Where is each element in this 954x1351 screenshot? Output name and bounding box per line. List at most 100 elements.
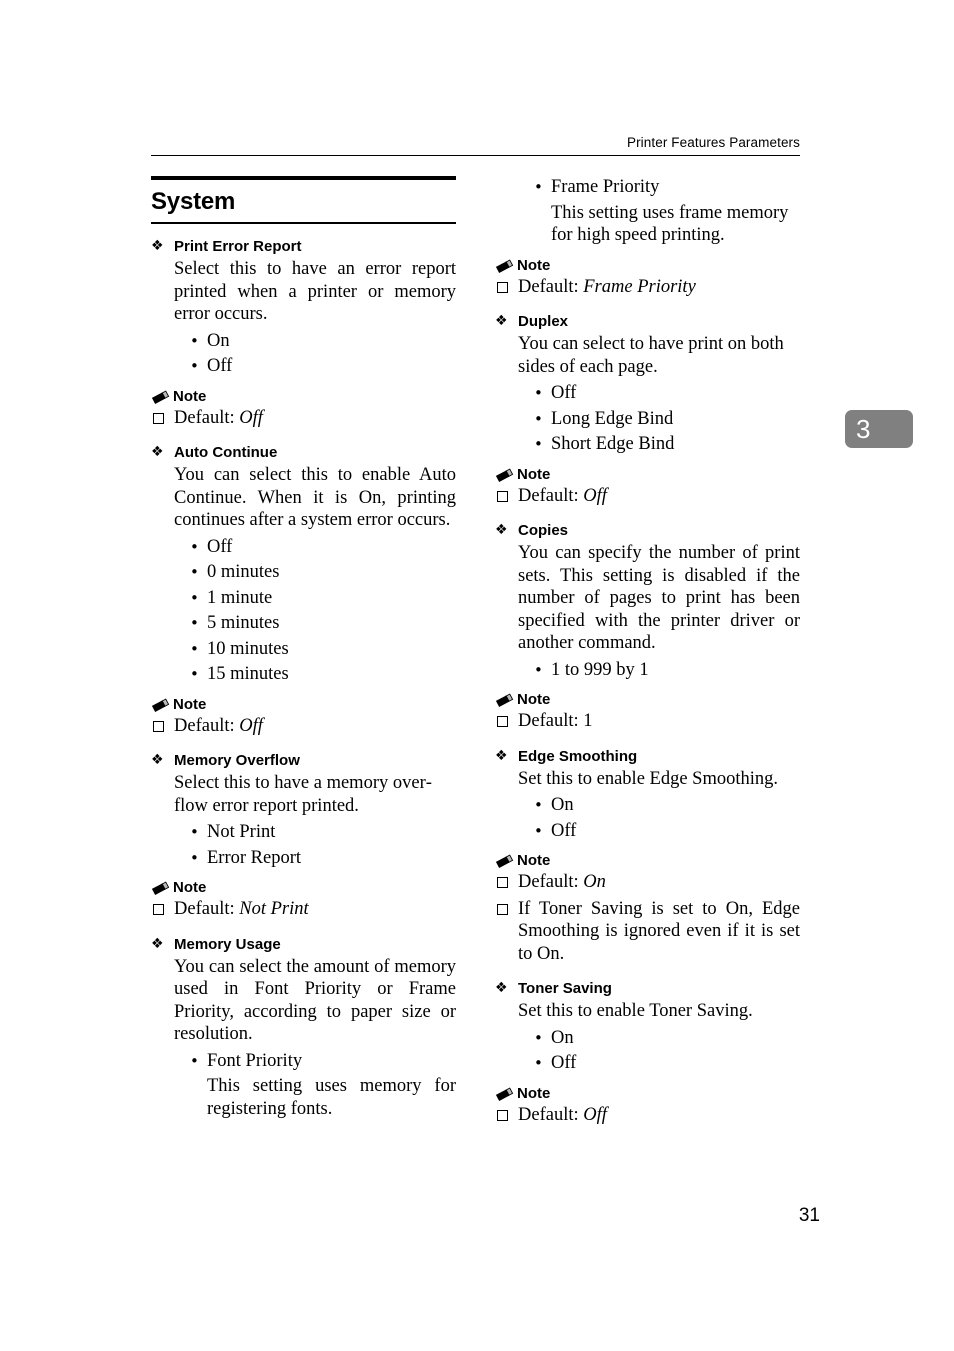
option-description: This setting uses frame memory for high … bbox=[551, 202, 789, 246]
bullet-icon: • bbox=[534, 660, 543, 679]
note-value: 1 bbox=[583, 711, 593, 731]
option-label: 1 minute bbox=[207, 587, 273, 608]
bullet-icon: • bbox=[190, 1051, 199, 1070]
note-item: Default: Off bbox=[151, 715, 456, 738]
parameter-entry: ❖ Edge Smoothing Set this to enable Edge S… bbox=[495, 746, 800, 966]
note-block: Note Default: On If Toner Saving is set to… bbox=[495, 851, 800, 965]
parameter-name: Edge Smoothing bbox=[518, 747, 638, 765]
square-bullet-icon bbox=[495, 898, 518, 921]
parameter-name: Copies bbox=[518, 522, 569, 539]
running-header-title: Printer Features Parameters bbox=[626, 135, 800, 150]
memory-usage-continuation: • Frame Priority This setting uses frame m… bbox=[495, 176, 800, 298]
section-rule-bottom bbox=[151, 222, 456, 224]
note-item-list: Default: Off bbox=[151, 715, 456, 738]
diamond-icon: ❖ bbox=[495, 980, 508, 996]
option-label: Off bbox=[551, 820, 577, 841]
parameter-entry: ❖ Toner Saving Set this to enable Toner Sa… bbox=[495, 978, 800, 1126]
note-block: Note Default: Frame Priority bbox=[495, 256, 800, 299]
parameter-description: You can select to have print on both sid… bbox=[518, 334, 784, 377]
bullet-icon: • bbox=[534, 435, 543, 453]
note-prefix: Default: bbox=[174, 899, 240, 919]
option-label: Off bbox=[207, 356, 233, 376]
note-heading: Note bbox=[151, 878, 456, 898]
note-value: Off bbox=[583, 1104, 607, 1125]
option-list: • Not Print • Error Report bbox=[151, 821, 456, 869]
note-block: Note Default: 1 bbox=[495, 690, 800, 733]
chapter-tab-number: 3 bbox=[856, 414, 871, 444]
bullet-icon: • bbox=[190, 848, 199, 867]
option-item: • Off bbox=[190, 355, 456, 378]
option-label: 5 minutes bbox=[207, 613, 280, 633]
parameter-description: Select this to have an error report prin… bbox=[174, 259, 456, 324]
square-bullet-icon bbox=[495, 276, 518, 299]
option-label: Off bbox=[551, 383, 577, 403]
note-label: Note bbox=[173, 879, 207, 896]
parameter-entry: ❖ Duplex You can select to have print on b… bbox=[495, 311, 800, 507]
note-label: Note bbox=[517, 852, 551, 869]
note-heading: Note bbox=[495, 256, 800, 276]
parameter-description: Select this to have a memory over­flow e… bbox=[174, 773, 432, 816]
note-heading: Note bbox=[151, 695, 456, 715]
note-item: Default: Off bbox=[495, 485, 800, 508]
parameter-heading: ❖ Memory Overflow bbox=[151, 750, 456, 771]
parameter-heading: ❖ Memory Usage bbox=[151, 934, 456, 955]
note-prefix: Default: bbox=[518, 872, 584, 892]
note-item-list: Default: Off bbox=[495, 485, 800, 508]
note-item: Default: Off bbox=[151, 407, 456, 430]
pencil-icon bbox=[151, 880, 171, 896]
option-label: Short Edge Bind bbox=[551, 434, 675, 454]
note-prefix: Default: bbox=[518, 276, 584, 297]
note-value: On bbox=[583, 872, 606, 892]
left-column: System ❖ Print Error Report Select this to… bbox=[151, 176, 456, 1139]
note-value: Off bbox=[239, 407, 263, 428]
note-prefix: Default: bbox=[518, 711, 584, 731]
option-label: Long Edge Bind bbox=[551, 408, 674, 429]
option-item: • 1 to 999 by 1 bbox=[534, 659, 800, 682]
parameter-name: Print Error Report bbox=[174, 238, 302, 255]
page-header: Printer Features Parameters bbox=[151, 134, 800, 156]
option-list: • On • Off bbox=[495, 1027, 800, 1075]
option-label: 0 minutes bbox=[207, 562, 280, 582]
parameter-description: You can select the amount of mem­ory use… bbox=[174, 956, 456, 1045]
option-label: 10 minutes bbox=[207, 638, 289, 659]
note-item: Default: Frame Priority bbox=[495, 276, 800, 299]
option-list: • Off • 0 minutes • 1 minute • 5 minutes • 10 min… bbox=[151, 536, 456, 686]
note-label: Note bbox=[517, 465, 551, 483]
pencil-icon bbox=[495, 467, 515, 483]
square-bullet-icon bbox=[151, 715, 174, 738]
option-label: Off bbox=[551, 1053, 577, 1073]
note-prefix: Default: bbox=[518, 485, 584, 506]
section-title: System bbox=[151, 188, 236, 215]
option-label: 15 minutes bbox=[207, 664, 289, 684]
option-list: • Font Priority bbox=[151, 1050, 456, 1073]
square-bullet-icon bbox=[151, 898, 174, 921]
parameter-entry: ❖ Copies You can specify the number of pri… bbox=[495, 520, 800, 733]
note-block: Note Default: Off bbox=[151, 387, 456, 430]
note-item-list: Default: On If Toner Saving is set to On,… bbox=[495, 871, 800, 965]
option-item: • Font Priority bbox=[190, 1050, 456, 1073]
note-block: Note Default: Off bbox=[495, 465, 800, 508]
bullet-icon: • bbox=[190, 614, 199, 632]
option-item: • 0 minutes bbox=[190, 561, 456, 584]
option-list: • Frame Priority bbox=[495, 176, 800, 199]
note-heading: Note bbox=[495, 690, 800, 710]
option-label: Not Print bbox=[207, 822, 276, 842]
parameter-description: You can specify the number of print sets… bbox=[518, 543, 800, 653]
body-columns: System ❖ Print Error Report Select this to… bbox=[151, 176, 800, 1139]
chapter-tab: 3 bbox=[845, 410, 913, 448]
option-item: • On bbox=[534, 1027, 800, 1050]
parameter-entry: ❖ Auto Continue You can select this to ena… bbox=[151, 442, 456, 737]
option-item: • 1 minute bbox=[190, 587, 456, 610]
bullet-icon: • bbox=[190, 665, 199, 683]
square-bullet-icon bbox=[495, 485, 518, 508]
section-heading-block: System bbox=[151, 176, 456, 224]
option-item: • Short Edge Bind bbox=[534, 433, 800, 456]
bullet-icon: • bbox=[190, 537, 199, 556]
note-value: Frame Priority bbox=[583, 276, 696, 297]
pencil-icon bbox=[495, 1086, 515, 1102]
diamond-icon: ❖ bbox=[495, 747, 508, 764]
option-list: • On • Off bbox=[495, 794, 800, 842]
parameter-entry: ❖ Print Error Report Select this to have a… bbox=[151, 236, 456, 429]
note-item: Default: Off bbox=[495, 1104, 800, 1127]
note-value: Not Print bbox=[239, 899, 309, 919]
